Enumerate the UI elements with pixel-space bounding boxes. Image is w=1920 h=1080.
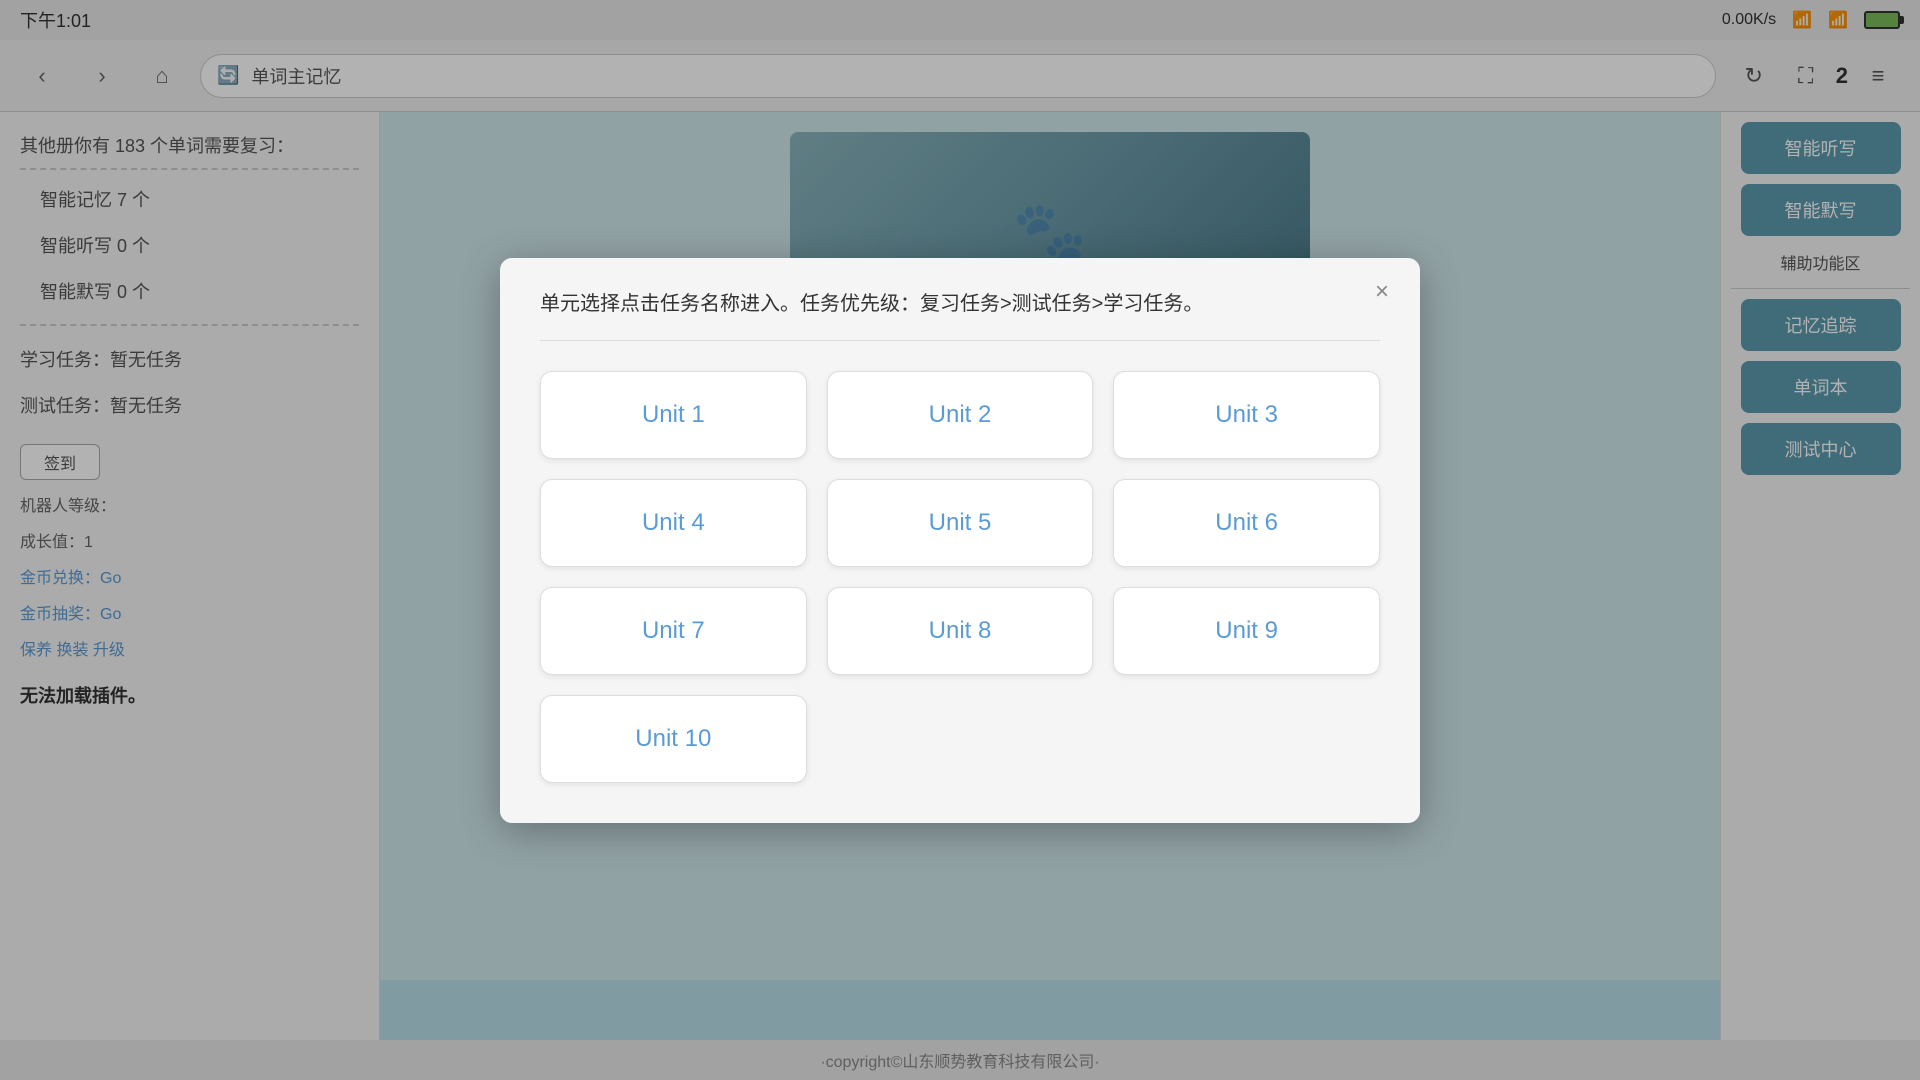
unit-1-button[interactable]: Unit 1 (540, 371, 807, 459)
modal-overlay[interactable]: × 单元选择点击任务名称进入。任务优先级：复习任务>测试任务>学习任务。 Uni… (0, 0, 1920, 1080)
modal-close-button[interactable]: × (1364, 274, 1400, 310)
unit-6-button[interactable]: Unit 6 (1113, 479, 1380, 567)
modal-message: 单元选择点击任务名称进入。任务优先级：复习任务>测试任务>学习任务。 (540, 288, 1380, 341)
unit-5-button[interactable]: Unit 5 (827, 479, 1094, 567)
unit-2-button[interactable]: Unit 2 (827, 371, 1094, 459)
unit-3-button[interactable]: Unit 3 (1113, 371, 1380, 459)
unit-9-button[interactable]: Unit 9 (1113, 587, 1380, 675)
unit-8-button[interactable]: Unit 8 (827, 587, 1094, 675)
unit-10-button[interactable]: Unit 10 (540, 695, 807, 783)
unit-grid: Unit 1Unit 2Unit 3Unit 4Unit 5Unit 6Unit… (540, 371, 1380, 783)
unit-7-button[interactable]: Unit 7 (540, 587, 807, 675)
modal-dialog: × 单元选择点击任务名称进入。任务优先级：复习任务>测试任务>学习任务。 Uni… (500, 258, 1420, 823)
unit-4-button[interactable]: Unit 4 (540, 479, 807, 567)
